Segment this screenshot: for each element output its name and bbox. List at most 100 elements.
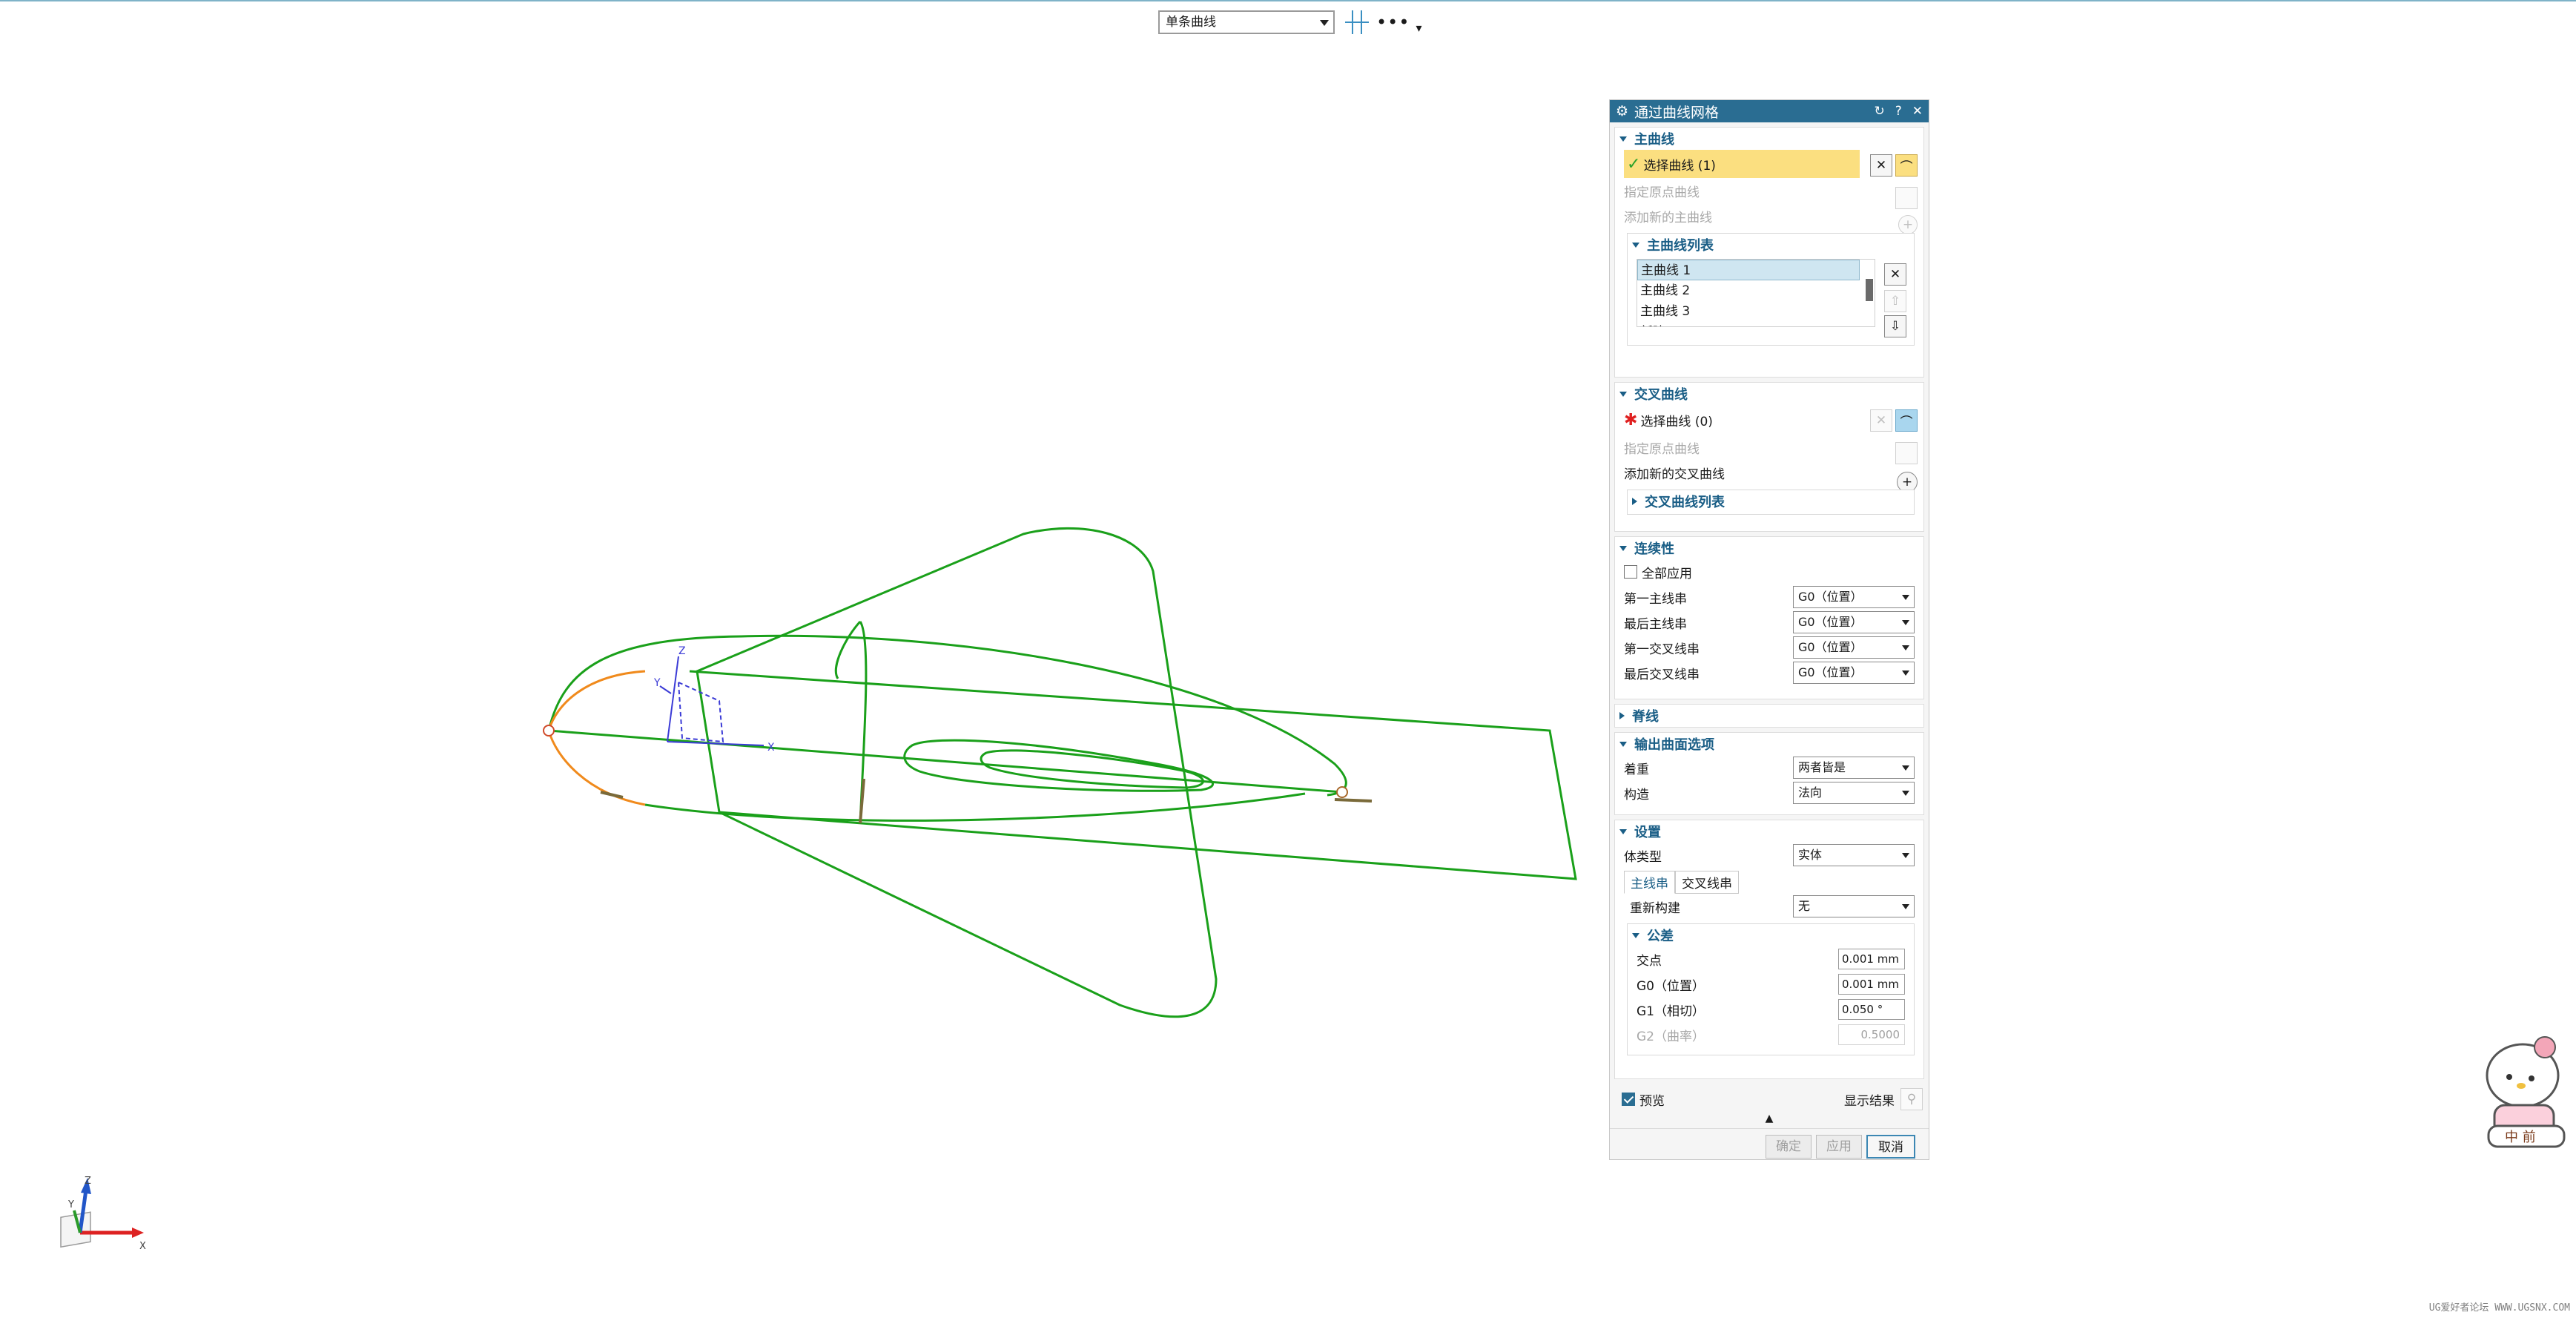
move-down-button[interactable]: ⇩ bbox=[1884, 315, 1906, 337]
first-cross-continuity-row: 第一交叉线串 G0（位置） bbox=[1615, 635, 1923, 660]
first-primary-continuity-row: 第一主线串 G0（位置） bbox=[1615, 584, 1923, 610]
cross-icon: ✕ bbox=[1875, 413, 1887, 428]
cross-curves-header[interactable]: 交叉曲线 bbox=[1615, 383, 1923, 405]
cross-origin-curve-row: 指定原点曲线 bbox=[1624, 441, 1700, 457]
tolerance-g1-input[interactable]: 0.050 ° bbox=[1838, 999, 1905, 1020]
show-result-label[interactable]: 显示结果 bbox=[1844, 1090, 1895, 1109]
help-icon[interactable]: ? bbox=[1895, 104, 1902, 119]
primary-list-header[interactable]: 主曲线列表 bbox=[1628, 234, 1914, 256]
cross-list-header[interactable]: 交叉曲线列表 bbox=[1628, 490, 1914, 513]
tail-endpoint bbox=[1336, 786, 1348, 798]
deselect-cross-button[interactable]: ✕ bbox=[1870, 409, 1892, 432]
emphasis-dropdown[interactable]: 两者皆是 bbox=[1793, 757, 1915, 779]
collapse-icon bbox=[1632, 932, 1639, 938]
tab-cross-string[interactable]: 交叉线串 bbox=[1675, 871, 1739, 894]
cross-icon: ✕ bbox=[1875, 158, 1887, 173]
deselect-primary-button[interactable]: ✕ bbox=[1870, 154, 1892, 177]
tolerance-group: 公差 交点 0.001 mm G0（位置） 0.001 mm G1（相切） 0.… bbox=[1627, 923, 1915, 1055]
curve-select-button[interactable]: ⌒ bbox=[1895, 154, 1918, 177]
list-scrollbar[interactable] bbox=[1866, 279, 1873, 301]
tolerance-intersection-input[interactable]: 0.001 mm bbox=[1838, 949, 1905, 969]
primary-curves-header[interactable]: 主曲线 bbox=[1615, 128, 1923, 150]
apply-all-checkbox[interactable] bbox=[1624, 565, 1637, 579]
check-icon: ✓ bbox=[1627, 154, 1641, 174]
continuity-dropdown[interactable]: G0（位置） bbox=[1793, 662, 1915, 684]
primary-curves-section: 主曲线 ✓ 选择曲线 (1) ✕ ⌒ 指定原点曲线 添加新的主曲线 + 主曲线列… bbox=[1614, 127, 1924, 378]
wcs-y-label: Y bbox=[653, 677, 661, 689]
magnifier-icon: ⚲ bbox=[1906, 1092, 1917, 1107]
chevron-down-icon bbox=[1902, 765, 1909, 771]
body-type-dropdown[interactable]: 实体 bbox=[1793, 844, 1915, 866]
list-item[interactable]: 新建 bbox=[1637, 322, 1875, 326]
tolerance-g0-row: G0（位置） 0.001 mm bbox=[1628, 972, 1914, 997]
settings-header[interactable]: 设置 bbox=[1615, 820, 1923, 843]
graphics-viewport[interactable]: X Z Y bbox=[0, 0, 1602, 1113]
chevron-down-icon bbox=[1902, 853, 1909, 858]
list-item[interactable]: 主曲线 3 bbox=[1637, 301, 1875, 322]
continuity-dropdown[interactable]: G0（位置） bbox=[1793, 586, 1915, 608]
reset-icon[interactable]: ↻ bbox=[1874, 104, 1884, 119]
chevron-down-icon bbox=[1902, 791, 1909, 796]
close-icon[interactable]: ✕ bbox=[1912, 104, 1923, 119]
curve-icon: ⌒ bbox=[1900, 159, 1913, 175]
chevron-down-icon bbox=[1902, 904, 1909, 909]
dialog-footer: 确定 应用 取消 bbox=[1610, 1128, 1929, 1160]
tolerance-g2-input: 0.5000 bbox=[1838, 1024, 1905, 1045]
add-primary-curve-button[interactable]: + bbox=[1898, 215, 1918, 234]
arrow-up-icon: ⇧ bbox=[1889, 294, 1901, 309]
chevron-down-icon bbox=[1902, 645, 1909, 650]
curve-icon: ⌒ bbox=[1900, 415, 1913, 430]
preview-checkbox[interactable] bbox=[1622, 1093, 1635, 1106]
cross-curve-list-group: 交叉曲线列表 bbox=[1627, 490, 1915, 515]
primary-curve-list[interactable]: 主曲线 1 主曲线 2 主曲线 3 新建 bbox=[1637, 259, 1875, 327]
wcs-z-label: Z bbox=[678, 645, 686, 657]
through-curve-mesh-dialog: ⚙ 通过曲线网格 ↻ ? ✕ 主曲线 ✓ 选择曲线 (1) ✕ ⌒ 指定原点曲线… bbox=[1609, 99, 1929, 1160]
list-item[interactable]: 主曲线 1 bbox=[1637, 260, 1860, 280]
last-primary-continuity-row: 最后主线串 G0（位置） bbox=[1615, 610, 1923, 635]
ok-button[interactable]: 确定 bbox=[1766, 1135, 1812, 1159]
preview-label: 预览 bbox=[1639, 1093, 1665, 1109]
collapse-icon bbox=[1619, 545, 1627, 551]
select-primary-curve-row[interactable]: ✓ 选择曲线 (1) bbox=[1624, 150, 1860, 178]
move-up-button[interactable]: ⇧ bbox=[1884, 290, 1906, 312]
output-surface-section: 输出曲面选项 着重 两者皆是 构造 法向 bbox=[1614, 732, 1924, 815]
wcs-indicator bbox=[659, 656, 764, 746]
continuity-dropdown[interactable]: G0（位置） bbox=[1793, 636, 1915, 659]
view-triad[interactable]: X Z Y bbox=[58, 1173, 154, 1270]
tolerance-g1-row: G1（相切） 0.050 ° bbox=[1628, 997, 1914, 1022]
apply-all-row[interactable]: 全部应用 bbox=[1615, 559, 1923, 584]
cross-curves-section: 交叉曲线 ✱ 选择曲线 (0) ✕ ⌒ 指定原点曲线 添加新的交叉曲线 + 交叉… bbox=[1614, 382, 1924, 532]
collapse-more-icon[interactable]: ▲ bbox=[1610, 1112, 1929, 1125]
apply-button[interactable]: 应用 bbox=[1816, 1135, 1862, 1159]
spine-section: 脊线 bbox=[1614, 704, 1924, 728]
tolerance-g0-input[interactable]: 0.001 mm bbox=[1838, 974, 1905, 995]
vertical-arrow-icon bbox=[859, 778, 865, 824]
collapse-icon bbox=[1632, 242, 1639, 248]
expand-icon bbox=[1619, 712, 1625, 719]
continuity-dropdown[interactable]: G0（位置） bbox=[1793, 611, 1915, 633]
tolerance-header[interactable]: 公差 bbox=[1628, 924, 1914, 946]
tolerance-g2-row: G2（曲率） 0.5000 bbox=[1628, 1022, 1914, 1047]
chevron-down-icon bbox=[1902, 620, 1909, 625]
show-result-button[interactable]: ⚲ bbox=[1900, 1088, 1923, 1110]
forum-watermark: UG爱好者论坛 WWW.UGSNX.COM bbox=[2428, 1302, 2570, 1314]
mascot-logo: 中 前 bbox=[2486, 1036, 2566, 1148]
construction-dropdown[interactable]: 法向 bbox=[1793, 782, 1915, 804]
cancel-button[interactable]: 取消 bbox=[1866, 1135, 1915, 1159]
inner-airfoil-outer bbox=[903, 739, 1215, 792]
continuity-header[interactable]: 连续性 bbox=[1615, 537, 1923, 559]
primary-curve-list-group: 主曲线列表 主曲线 1 主曲线 2 主曲线 3 新建 ✕ ⇧ ⇩ bbox=[1627, 233, 1915, 346]
list-item[interactable]: 主曲线 2 bbox=[1637, 280, 1875, 301]
tab-primary-string[interactable]: 主线串 bbox=[1624, 871, 1675, 894]
remove-from-list-button[interactable]: ✕ bbox=[1884, 263, 1906, 286]
rebuild-row: 重新构建 无 bbox=[1615, 894, 1923, 919]
output-surface-header[interactable]: 输出曲面选项 bbox=[1615, 733, 1923, 755]
cross-curve-select-button[interactable]: ⌒ bbox=[1895, 409, 1918, 432]
dialog-title-bar: ⚙ 通过曲线网格 ↻ ? ✕ bbox=[1610, 100, 1929, 122]
collapse-icon bbox=[1619, 136, 1627, 142]
wcs-x-label: X bbox=[767, 742, 775, 754]
add-primary-curve-row: 添加新的主曲线 bbox=[1624, 210, 1712, 225]
spine-header[interactable]: 脊线 bbox=[1615, 705, 1923, 727]
rebuild-dropdown[interactable]: 无 bbox=[1793, 895, 1915, 917]
dialog-title: 通过曲线网格 bbox=[1634, 104, 1720, 121]
